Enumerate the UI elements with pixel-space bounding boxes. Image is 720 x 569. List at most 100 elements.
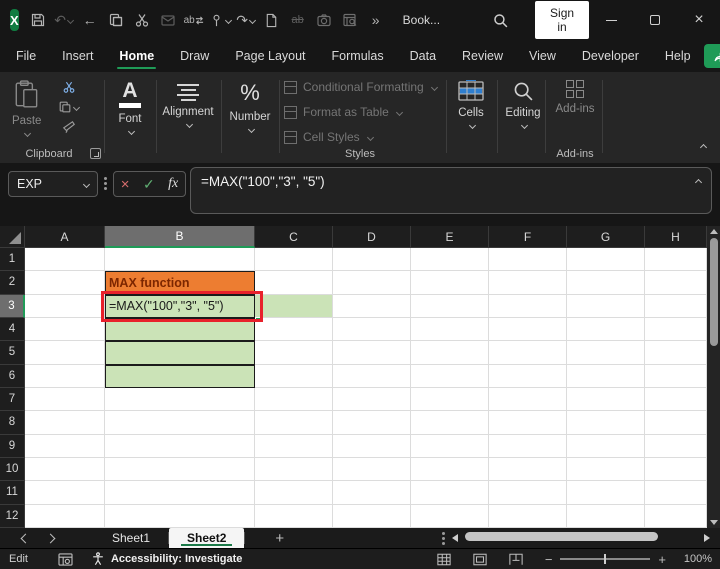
zoom-slider-thumb[interactable] bbox=[604, 554, 606, 564]
cell-B7[interactable] bbox=[105, 388, 255, 411]
editing-group-button[interactable]: Editing bbox=[500, 80, 546, 128]
sheet-tab-sheet1[interactable]: Sheet1 bbox=[94, 528, 168, 548]
tab-page-layout[interactable]: Page Layout bbox=[233, 43, 307, 69]
cell-G2[interactable] bbox=[567, 271, 645, 294]
tab-file[interactable]: File bbox=[14, 43, 38, 69]
cell-C1[interactable] bbox=[255, 248, 333, 271]
row-header-6[interactable]: 6 bbox=[0, 365, 25, 388]
cell-E6[interactable] bbox=[411, 365, 489, 388]
column-header-A[interactable]: A bbox=[25, 226, 105, 248]
scroll-right-icon[interactable] bbox=[704, 534, 710, 542]
minimize-button[interactable] bbox=[589, 0, 633, 40]
cell-F10[interactable] bbox=[489, 458, 567, 481]
cell-F9[interactable] bbox=[489, 435, 567, 458]
column-header-H[interactable]: H bbox=[645, 226, 707, 248]
touch-mode-icon[interactable] bbox=[207, 7, 233, 33]
cell-A10[interactable] bbox=[25, 458, 105, 481]
cell-C11[interactable] bbox=[255, 481, 333, 504]
row-header-2[interactable]: 2 bbox=[0, 271, 25, 294]
page-break-view-icon[interactable] bbox=[509, 553, 523, 566]
row-header-8[interactable]: 8 bbox=[0, 411, 25, 434]
cell-A12[interactable] bbox=[25, 505, 105, 528]
cell-D8[interactable] bbox=[333, 411, 411, 434]
cut-icon[interactable] bbox=[62, 80, 76, 94]
cell-G11[interactable] bbox=[567, 481, 645, 504]
page-layout-view-icon[interactable] bbox=[473, 553, 487, 566]
tab-data[interactable]: Data bbox=[408, 43, 438, 69]
tab-formulas[interactable]: Formulas bbox=[330, 43, 386, 69]
alignment-group-button[interactable]: Alignment bbox=[160, 80, 216, 127]
cell-D9[interactable] bbox=[333, 435, 411, 458]
format-painter-icon[interactable] bbox=[62, 120, 76, 134]
cell-F11[interactable] bbox=[489, 481, 567, 504]
cell-F6[interactable] bbox=[489, 365, 567, 388]
cell-D7[interactable] bbox=[333, 388, 411, 411]
cell-C6[interactable] bbox=[255, 365, 333, 388]
cell-E4[interactable] bbox=[411, 318, 489, 341]
cell-B9[interactable] bbox=[105, 435, 255, 458]
cell-H8[interactable] bbox=[645, 411, 707, 434]
cell-E12[interactable] bbox=[411, 505, 489, 528]
name-box[interactable]: EXP bbox=[8, 171, 98, 197]
cell-D4[interactable] bbox=[333, 318, 411, 341]
cell-B12[interactable] bbox=[105, 505, 255, 528]
cell-G12[interactable] bbox=[567, 505, 645, 528]
cell-E2[interactable] bbox=[411, 271, 489, 294]
collapse-ribbon-icon[interactable] bbox=[699, 137, 706, 155]
row-header-3[interactable]: 3 bbox=[0, 295, 25, 318]
paste-button[interactable]: Paste bbox=[12, 80, 41, 136]
column-header-G[interactable]: G bbox=[567, 226, 645, 248]
redo-icon[interactable]: ↷ bbox=[233, 7, 259, 33]
cell-B8[interactable] bbox=[105, 411, 255, 434]
cell-A3[interactable] bbox=[25, 295, 105, 318]
share-button[interactable]: Share bbox=[704, 44, 720, 68]
cell-A2[interactable] bbox=[25, 271, 105, 294]
zoom-slider[interactable] bbox=[560, 558, 650, 560]
cell-A7[interactable] bbox=[25, 388, 105, 411]
cell-G9[interactable] bbox=[567, 435, 645, 458]
scroll-left-icon[interactable] bbox=[452, 534, 458, 542]
clipboard-dialog-launcher-icon[interactable] bbox=[90, 148, 101, 159]
column-header-E[interactable]: E bbox=[411, 226, 489, 248]
cell-A9[interactable] bbox=[25, 435, 105, 458]
cell-C8[interactable] bbox=[255, 411, 333, 434]
cell-C9[interactable] bbox=[255, 435, 333, 458]
row-header-9[interactable]: 9 bbox=[0, 435, 25, 458]
font-group-button[interactable]: A Font bbox=[111, 80, 149, 134]
cell-B4[interactable] bbox=[105, 318, 255, 341]
cell-C7[interactable] bbox=[255, 388, 333, 411]
cell-H5[interactable] bbox=[645, 341, 707, 364]
column-header-B[interactable]: B bbox=[105, 226, 255, 248]
copy-icon[interactable] bbox=[58, 100, 79, 114]
tabs-overflow-dots[interactable] bbox=[442, 537, 445, 540]
cell-A6[interactable] bbox=[25, 365, 105, 388]
scroll-down-icon[interactable] bbox=[710, 520, 718, 525]
cell-F7[interactable] bbox=[489, 388, 567, 411]
cell-D10[interactable] bbox=[333, 458, 411, 481]
zoom-in-button[interactable]: + bbox=[658, 552, 666, 567]
cell-F12[interactable] bbox=[489, 505, 567, 528]
cell-H2[interactable] bbox=[645, 271, 707, 294]
cell-F4[interactable] bbox=[489, 318, 567, 341]
vertical-scrollbar-thumb[interactable] bbox=[710, 238, 718, 346]
row-header-12[interactable]: 12 bbox=[0, 505, 25, 528]
cell-D11[interactable] bbox=[333, 481, 411, 504]
tab-help[interactable]: Help bbox=[663, 43, 693, 69]
cell-H10[interactable] bbox=[645, 458, 707, 481]
cell-D5[interactable] bbox=[333, 341, 411, 364]
cell-B6[interactable] bbox=[105, 365, 255, 388]
cell-G1[interactable] bbox=[567, 248, 645, 271]
cell-H12[interactable] bbox=[645, 505, 707, 528]
tab-developer[interactable]: Developer bbox=[580, 43, 641, 69]
macro-record-icon[interactable] bbox=[58, 553, 73, 566]
cell-F1[interactable] bbox=[489, 248, 567, 271]
cell-H9[interactable] bbox=[645, 435, 707, 458]
cell-A11[interactable] bbox=[25, 481, 105, 504]
zoom-out-button[interactable]: − bbox=[545, 552, 553, 567]
insert-function-icon[interactable]: fx bbox=[168, 176, 178, 192]
cell-G5[interactable] bbox=[567, 341, 645, 364]
cell-A4[interactable] bbox=[25, 318, 105, 341]
cell-C5[interactable] bbox=[255, 341, 333, 364]
cancel-formula-icon[interactable]: × bbox=[121, 176, 130, 193]
cell-H4[interactable] bbox=[645, 318, 707, 341]
